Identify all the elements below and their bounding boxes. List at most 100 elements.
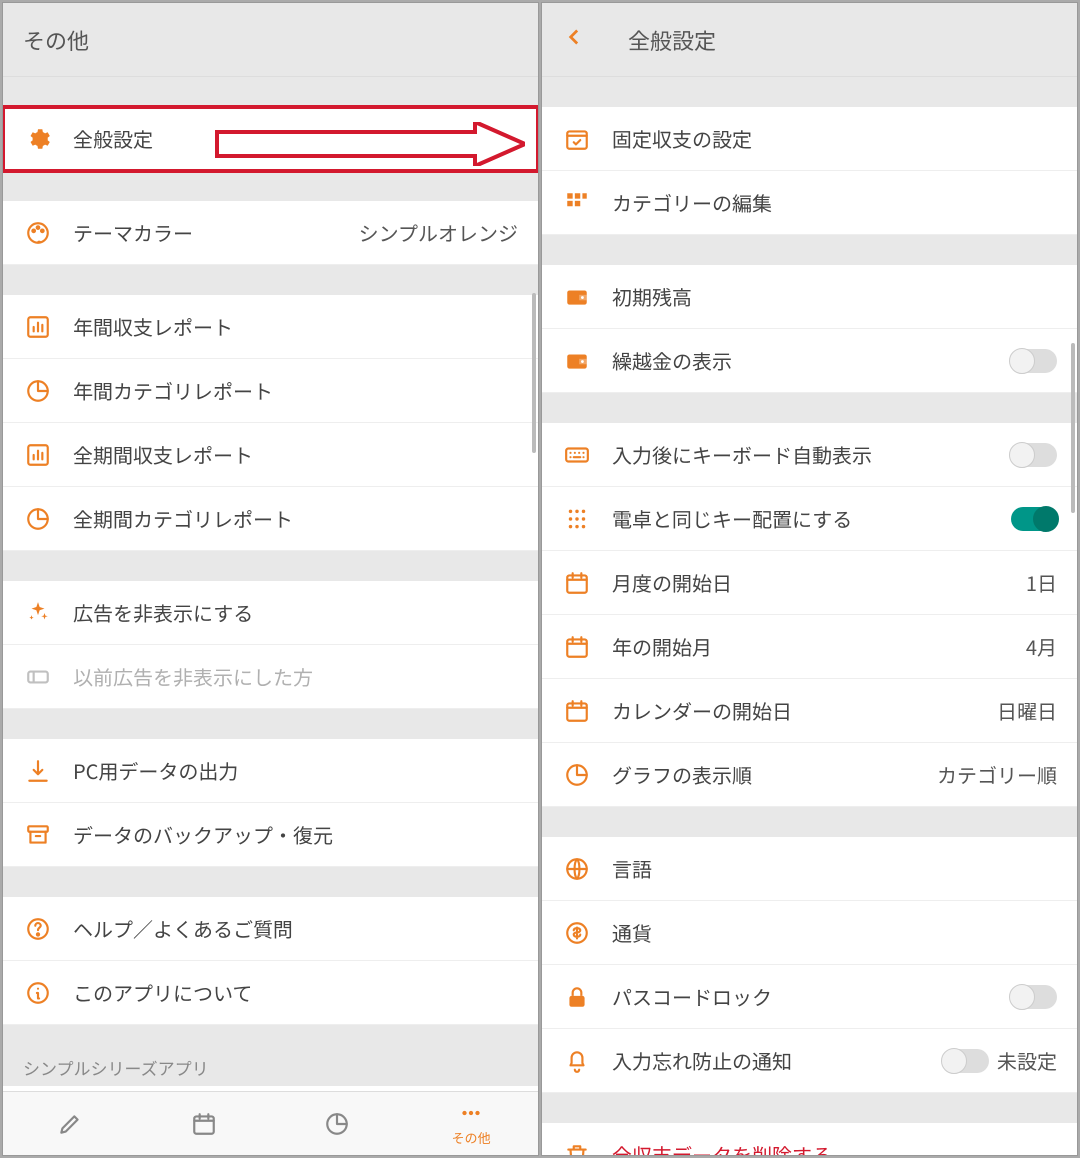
left-header: その他 bbox=[3, 3, 538, 77]
reminder-toggle[interactable] bbox=[943, 1049, 989, 1073]
carryover-label: 繰越金の表示 bbox=[612, 346, 1001, 375]
annual-category-report-item[interactable]: 年間カテゴリレポート bbox=[3, 359, 538, 423]
graph-order-label: グラフの表示順 bbox=[612, 760, 929, 789]
delete-all-label: 全収支データを削除する bbox=[612, 1140, 1057, 1155]
right-header-title: 全般設定 bbox=[628, 24, 716, 56]
auto-keyboard-label: 入力後にキーボード自動表示 bbox=[612, 440, 1001, 469]
help-icon bbox=[23, 914, 53, 944]
theme-color-value: シンプルオレンジ bbox=[359, 218, 518, 247]
fixed-inout-label: 固定収支の設定 bbox=[612, 124, 1057, 153]
year-start-label: 年の開始月 bbox=[612, 632, 1018, 661]
backup-restore-label: データのバックアップ・復元 bbox=[73, 820, 518, 849]
download-icon bbox=[23, 756, 53, 786]
hide-ads-item[interactable]: 広告を非表示にする bbox=[3, 581, 538, 645]
theme-color-label: テーマカラー bbox=[73, 218, 351, 247]
reminder-value: 未設定 bbox=[997, 1046, 1057, 1075]
year-start-value: 4月 bbox=[1026, 632, 1057, 661]
left-content[interactable]: 全般設定テーマカラーシンプルオレンジ年間収支レポート年間カテゴリレポート全期間収… bbox=[3, 77, 538, 1091]
prev-hide-ads-label: 以前広告を非表示にした方 bbox=[73, 662, 518, 691]
nav-other[interactable]: その他 bbox=[404, 1092, 538, 1155]
week-start-item[interactable]: カレンダーの開始日日曜日 bbox=[542, 679, 1077, 743]
pie-icon bbox=[324, 1111, 350, 1137]
language-label: 言語 bbox=[612, 854, 1057, 883]
calendar-icon bbox=[562, 632, 592, 662]
help-item[interactable]: ヘルプ／よくあるご質問 bbox=[3, 897, 538, 961]
keyboard-icon bbox=[562, 440, 592, 470]
all-category-report-item[interactable]: 全期間カテゴリレポート bbox=[3, 487, 538, 551]
bell-icon bbox=[562, 1046, 592, 1076]
passcode-item[interactable]: パスコードロック bbox=[542, 965, 1077, 1029]
calc-layout-item[interactable]: 電卓と同じキー配置にする bbox=[542, 487, 1077, 551]
palette-icon bbox=[23, 218, 53, 248]
help-label: ヘルプ／よくあるご質問 bbox=[73, 914, 518, 943]
month-start-item[interactable]: 月度の開始日 1日 bbox=[542, 551, 1077, 615]
nav-other-label: その他 bbox=[452, 1128, 491, 1147]
currency-label: 通貨 bbox=[612, 918, 1057, 947]
scrollbar[interactable] bbox=[1071, 343, 1075, 513]
delete-all-item[interactable]: 全収支データを削除する bbox=[542, 1123, 1077, 1155]
carryover-item[interactable]: 繰越金の表示 bbox=[542, 329, 1077, 393]
hide-ads-label: 広告を非表示にする bbox=[73, 598, 518, 627]
sparkle-icon bbox=[23, 598, 53, 628]
archive-icon bbox=[23, 820, 53, 850]
right-header: 全般設定 bbox=[542, 3, 1077, 77]
backup-restore-item[interactable]: データのバックアップ・復元 bbox=[3, 803, 538, 867]
wallet-icon bbox=[562, 282, 592, 312]
gear-icon bbox=[23, 124, 53, 154]
piechartline-icon bbox=[23, 504, 53, 534]
annual-category-report-label: 年間カテゴリレポート bbox=[73, 376, 518, 405]
year-start-item[interactable]: 年の開始月 4月 bbox=[542, 615, 1077, 679]
calcheck-icon bbox=[562, 124, 592, 154]
fixed-inout-item[interactable]: 固定収支の設定 bbox=[542, 107, 1077, 171]
auto-keyboard-item[interactable]: 入力後にキーボード自動表示 bbox=[542, 423, 1077, 487]
graph-order-value: カテゴリー順 bbox=[937, 760, 1057, 789]
all-category-report-label: 全期間カテゴリレポート bbox=[73, 504, 518, 533]
week-start-label: カレンダーの開始日 bbox=[612, 696, 989, 725]
calendar-icon bbox=[562, 696, 592, 726]
trash-icon bbox=[562, 1140, 592, 1156]
ticket-icon bbox=[23, 662, 53, 692]
nav-input[interactable] bbox=[3, 1092, 137, 1155]
annual-balance-report-item[interactable]: 年間収支レポート bbox=[3, 295, 538, 359]
about-label: このアプリについて bbox=[73, 978, 518, 1007]
month-start-value: 1日 bbox=[1026, 568, 1057, 597]
reminder-item[interactable]: 入力忘れ防止の通知未設定 bbox=[542, 1029, 1077, 1093]
grid-icon bbox=[562, 188, 592, 218]
right-pane: 全般設定 固定収支の設定カテゴリーの編集初期残高繰越金の表示入力後にキーボード自… bbox=[541, 2, 1078, 1156]
about-item[interactable]: このアプリについて bbox=[3, 961, 538, 1025]
prev-hide-ads-item[interactable]: 以前広告を非表示にした方 bbox=[3, 645, 538, 709]
bottom-nav: その他 bbox=[3, 1091, 538, 1155]
left-header-title: その他 bbox=[23, 24, 89, 56]
edit-category-label: カテゴリーの編集 bbox=[612, 188, 1057, 217]
currency-item[interactable]: 通貨 bbox=[542, 901, 1077, 965]
right-content[interactable]: 固定収支の設定カテゴリーの編集初期残高繰越金の表示入力後にキーボード自動表示電卓… bbox=[542, 77, 1077, 1155]
lock-icon bbox=[562, 982, 592, 1012]
graph-order-item[interactable]: グラフの表示順カテゴリー順 bbox=[542, 743, 1077, 807]
auto-keyboard-toggle[interactable] bbox=[1011, 443, 1057, 467]
nav-calendar[interactable] bbox=[137, 1092, 271, 1155]
nav-report[interactable] bbox=[271, 1092, 405, 1155]
carryover-toggle[interactable] bbox=[1011, 349, 1057, 373]
calc-layout-toggle[interactable] bbox=[1011, 507, 1057, 531]
all-balance-report-item[interactable]: 全期間収支レポート bbox=[3, 423, 538, 487]
all-balance-report-label: 全期間収支レポート bbox=[73, 440, 518, 469]
barchart-icon bbox=[23, 440, 53, 470]
month-start-label: 月度の開始日 bbox=[612, 568, 1018, 597]
annual-balance-report-label: 年間収支レポート bbox=[73, 312, 518, 341]
keypad-icon bbox=[562, 504, 592, 534]
pc-export-label: PC用データの出力 bbox=[73, 756, 518, 785]
general-settings-item[interactable]: 全般設定 bbox=[3, 107, 538, 171]
calendar-icon bbox=[191, 1111, 217, 1137]
passcode-toggle[interactable] bbox=[1011, 985, 1057, 1009]
edit-category-item[interactable]: カテゴリーの編集 bbox=[542, 171, 1077, 235]
initial-balance-item[interactable]: 初期残高 bbox=[542, 265, 1077, 329]
language-item[interactable]: 言語 bbox=[542, 837, 1077, 901]
calendar-icon bbox=[562, 568, 592, 598]
piechartline-icon bbox=[23, 376, 53, 406]
back-button[interactable] bbox=[562, 21, 588, 58]
general-settings-label: 全般設定 bbox=[73, 124, 518, 153]
currency-icon bbox=[562, 918, 592, 948]
theme-color-item[interactable]: テーマカラーシンプルオレンジ bbox=[3, 201, 538, 265]
pc-export-item[interactable]: PC用データの出力 bbox=[3, 739, 538, 803]
scrollbar[interactable] bbox=[532, 293, 536, 453]
